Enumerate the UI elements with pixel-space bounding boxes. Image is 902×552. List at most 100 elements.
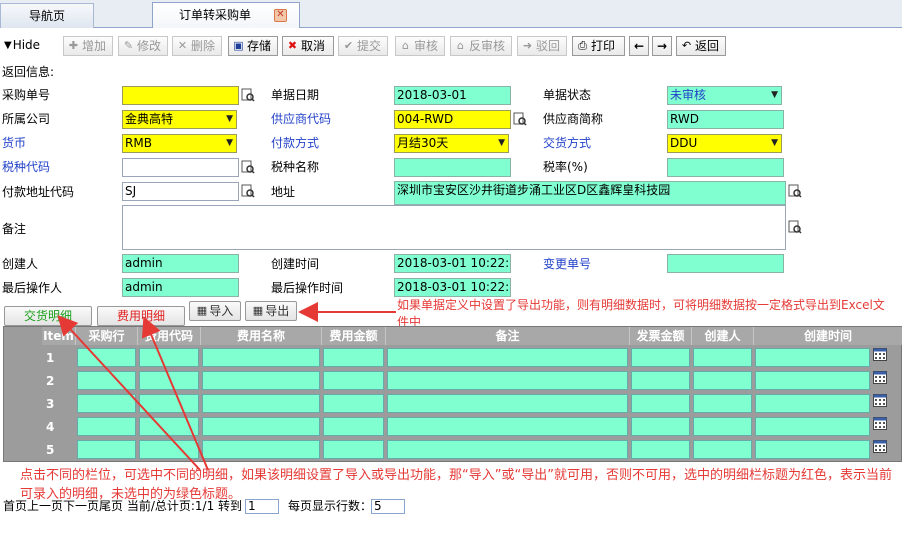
column-header[interactable]: 费用金额 <box>322 327 386 345</box>
table-cell[interactable] <box>202 417 320 436</box>
table-cell[interactable] <box>387 371 628 390</box>
table-cell[interactable] <box>77 371 136 390</box>
pay-addr-code-input[interactable]: SJ <box>122 182 239 201</box>
lookup-icon[interactable] <box>513 112 528 127</box>
table-cell[interactable] <box>139 371 199 390</box>
creator-field[interactable]: admin <box>122 254 239 273</box>
table-cell[interactable] <box>202 440 320 459</box>
print-button[interactable]: ⎙ 打印 <box>572 36 625 56</box>
tab-expense-detail[interactable]: 费用明细 <box>97 306 185 326</box>
table-cell[interactable] <box>202 371 320 390</box>
table-cell[interactable] <box>202 394 320 413</box>
table-cell[interactable] <box>693 371 752 390</box>
submit-button[interactable]: ✔ 提交 <box>338 36 388 56</box>
import-button[interactable]: ▦ 导入 <box>189 301 241 321</box>
table-cell[interactable] <box>693 394 752 413</box>
tax-code-input[interactable] <box>122 158 239 177</box>
column-header[interactable]: 采购行 <box>76 327 138 345</box>
lookup-icon[interactable] <box>788 184 803 199</box>
calendar-icon[interactable] <box>873 371 887 384</box>
remark-textarea[interactable] <box>122 205 786 250</box>
supplier-code-label[interactable]: 供应商代码 <box>271 111 331 127</box>
unaudit-button[interactable]: ⌂ 反审核 <box>450 36 512 56</box>
last-operator-field[interactable]: admin <box>122 278 239 297</box>
table-cell[interactable] <box>323 417 384 436</box>
column-header[interactable]: 费用名称 <box>201 327 322 345</box>
column-header[interactable]: Item <box>42 327 76 345</box>
return-button[interactable]: ↶ 返回 <box>676 36 726 56</box>
table-cell[interactable] <box>77 440 136 459</box>
create-time-field[interactable]: 2018-03-01 10:22:33 <box>394 254 511 273</box>
delivery-method-label[interactable]: 交货方式 <box>543 135 591 151</box>
pay-method-select[interactable]: 月结30天 ▼ <box>394 134 509 153</box>
tax-rate-field[interactable] <box>667 158 784 177</box>
table-cell[interactable] <box>693 417 752 436</box>
table-cell[interactable] <box>755 417 870 436</box>
pay-method-label[interactable]: 付款方式 <box>271 135 319 151</box>
tab-navigation[interactable]: 导航页 <box>0 3 94 28</box>
tax-name-field[interactable] <box>394 158 511 177</box>
lookup-icon[interactable] <box>241 160 256 175</box>
page-input[interactable]: 1 <box>245 499 279 514</box>
column-header[interactable]: 发票金额 <box>630 327 692 345</box>
table-cell[interactable] <box>139 348 199 367</box>
per-page-input[interactable]: 5 <box>371 499 405 514</box>
table-cell[interactable] <box>139 440 199 459</box>
export-button[interactable]: ▦ 导出 <box>245 301 297 321</box>
column-header[interactable]: 备注 <box>386 327 630 345</box>
delivery-method-select[interactable]: DDU ▼ <box>667 134 782 153</box>
save-button[interactable]: ▣ 存储 <box>228 36 278 56</box>
table-cell[interactable] <box>77 348 136 367</box>
tab-transaction-detail[interactable]: 交货明细 <box>4 306 92 326</box>
table-cell[interactable] <box>202 348 320 367</box>
lookup-icon[interactable] <box>241 184 256 199</box>
table-cell[interactable] <box>631 348 690 367</box>
audit-button[interactable]: ⌂ 审核 <box>395 36 445 56</box>
table-cell[interactable] <box>77 394 136 413</box>
change-no-field[interactable] <box>667 254 784 273</box>
calendar-icon[interactable] <box>873 394 887 407</box>
tax-code-label[interactable]: 税种代码 <box>2 159 50 175</box>
currency-label[interactable]: 货币 <box>2 135 26 151</box>
table-cell[interactable] <box>387 440 628 459</box>
table-cell[interactable] <box>631 371 690 390</box>
address-textarea[interactable]: 深圳市宝安区沙井街道步涌工业区D区鑫辉皇科技园 <box>394 181 786 205</box>
delete-button[interactable]: ✕ 删除 <box>172 36 222 56</box>
next-button[interactable]: → <box>652 36 672 56</box>
table-cell[interactable] <box>139 417 199 436</box>
tab-order-to-purchase[interactable]: 订单转采购单 ✕ <box>152 2 300 28</box>
column-header[interactable]: 创建时间 <box>754 327 902 345</box>
currency-select[interactable]: RMB ▼ <box>122 134 237 153</box>
table-cell[interactable] <box>139 394 199 413</box>
table-cell[interactable] <box>323 348 384 367</box>
prev-button[interactable]: ← <box>629 36 649 56</box>
table-cell[interactable] <box>77 417 136 436</box>
table-cell[interactable] <box>387 394 628 413</box>
table-cell[interactable] <box>755 394 870 413</box>
column-header[interactable]: 费用代码 <box>138 327 201 345</box>
table-cell[interactable] <box>693 440 752 459</box>
table-cell[interactable] <box>631 440 690 459</box>
table-cell[interactable] <box>323 394 384 413</box>
pager-text[interactable]: 首页上一页下一页尾页 当前/总计页:1/1 转到 <box>3 499 242 513</box>
doc-status-select[interactable]: 未审核 ▼ <box>667 86 782 105</box>
change-no-label[interactable]: 变更单号 <box>543 256 591 272</box>
company-select[interactable]: 金典高特 ▼ <box>122 110 237 129</box>
doc-date-field[interactable]: 2018-03-01 <box>394 86 511 105</box>
table-cell[interactable] <box>693 348 752 367</box>
reject-button[interactable]: ➜ 驳回 <box>517 36 567 56</box>
table-cell[interactable] <box>323 371 384 390</box>
table-cell[interactable] <box>387 417 628 436</box>
close-icon[interactable]: ✕ <box>274 9 287 22</box>
edit-button[interactable]: ✎ 修改 <box>118 36 168 56</box>
calendar-icon[interactable] <box>873 440 887 453</box>
table-cell[interactable] <box>755 371 870 390</box>
table-cell[interactable] <box>755 440 870 459</box>
table-cell[interactable] <box>323 440 384 459</box>
cancel-button[interactable]: ✖ 取消 <box>282 36 334 56</box>
purchase-no-input[interactable] <box>122 86 239 105</box>
table-cell[interactable] <box>755 348 870 367</box>
add-button[interactable]: ✚ 增加 <box>63 36 113 56</box>
lookup-icon[interactable] <box>241 88 256 103</box>
supplier-code-input[interactable]: 004-RWD <box>394 110 511 129</box>
